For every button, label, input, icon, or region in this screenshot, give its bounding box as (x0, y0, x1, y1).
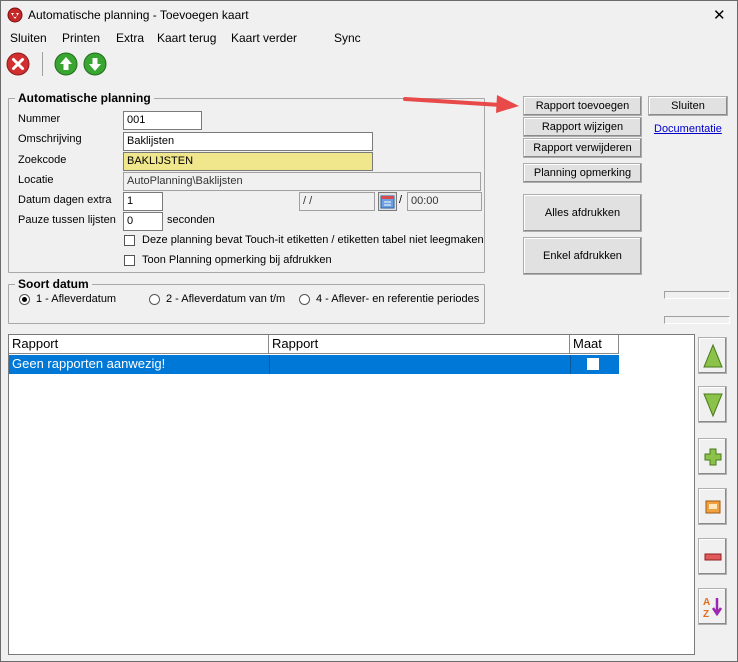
plus-icon (704, 448, 721, 465)
pauze-field[interactable]: 0 (123, 212, 163, 231)
soort-datum-legend: Soort datum (15, 277, 92, 291)
column-header-maat[interactable]: Maat (570, 335, 619, 354)
toon-opmerking-label: Toon Planning opmerking bij afdrukken (142, 254, 332, 266)
remove-row-button[interactable] (698, 538, 727, 575)
status-slot-2 (664, 316, 730, 324)
menu-bar: Sluiten Printen Extra Kaart terug Kaart … (1, 29, 737, 49)
arrow-down-icon[interactable] (83, 52, 107, 76)
nummer-label: Nummer (18, 113, 61, 125)
toon-opmerking-checkbox[interactable] (124, 255, 135, 266)
svg-text:A: A (703, 597, 710, 608)
pauze-label: Pauze tussen lijsten (18, 214, 116, 226)
radio-aflever-referentie-label: 4 - Aflever- en referentie periodes (316, 293, 480, 305)
datum-dagen-extra-field[interactable]: 1 (123, 192, 163, 211)
move-down-button[interactable] (698, 386, 727, 423)
planning-legend: Automatische planning (15, 91, 154, 105)
rapport-wijzigen-button[interactable]: Rapport wijzigen (523, 117, 642, 137)
sort-az-icon: A Z (703, 597, 722, 620)
menu-printen[interactable]: Printen (62, 31, 100, 45)
touchit-checkbox[interactable] (124, 235, 135, 246)
row-divider (570, 355, 571, 374)
title-bar: Automatische planning - Toevoegen kaart … (1, 1, 737, 29)
move-down-icon (702, 393, 723, 417)
row-rapport-cell: Geen rapporten aanwezig! (12, 356, 166, 371)
zoekcode-label: Zoekcode (18, 154, 67, 166)
date-field: / / (299, 192, 375, 211)
time-field: 00:00 (407, 192, 482, 211)
rapport-grid[interactable]: Rapport Rapport Maat Geen rapporten aanw… (8, 334, 695, 655)
menu-sluiten[interactable]: Sluiten (10, 31, 47, 45)
move-up-icon (702, 343, 723, 367)
status-slot-1 (664, 291, 730, 299)
seconden-label: seconden (167, 214, 215, 226)
datum-dagen-extra-label: Datum dagen extra (18, 194, 112, 206)
window-title: Automatische planning - Toevoegen kaart (28, 8, 249, 22)
row-divider (269, 355, 270, 374)
add-row-button[interactable] (698, 438, 727, 475)
omschrijving-label: Omschrijving (18, 133, 82, 145)
documentatie-link[interactable]: Documentatie (654, 123, 722, 135)
edit-row-button[interactable] (698, 488, 727, 525)
rapport-toevoegen-button[interactable]: Rapport toevoegen (523, 96, 642, 116)
cancel-icon[interactable] (6, 52, 30, 76)
locatie-label: Locatie (18, 174, 54, 186)
edit-icon (705, 500, 720, 513)
menu-extra[interactable]: Extra (116, 31, 144, 45)
move-up-button[interactable] (698, 337, 727, 374)
menu-kaart-terug[interactable]: Kaart terug (157, 31, 216, 45)
enkel-afdrukken-button[interactable]: Enkel afdrukken (523, 237, 642, 275)
locatie-field: AutoPlanning\Baklijsten (123, 172, 481, 191)
touchit-label: Deze planning bevat Touch-it etiketten /… (142, 234, 484, 246)
nummer-field[interactable]: 001 (123, 111, 202, 130)
alles-afdrukken-button[interactable]: Alles afdrukken (523, 194, 642, 232)
menu-kaart-verder[interactable]: Kaart verder (231, 31, 297, 45)
column-header-rapport[interactable]: Rapport (9, 335, 269, 354)
close-window-icon[interactable]: ✕ (713, 6, 726, 24)
planning-opmerking-button[interactable]: Planning opmerking (523, 163, 642, 183)
radio-afleverdatum[interactable] (19, 294, 30, 305)
svg-text:Z: Z (703, 609, 709, 620)
app-window: Automatische planning - Toevoegen kaart … (0, 0, 738, 662)
zoekcode-field[interactable]: BAKLIJSTEN (123, 152, 373, 171)
radio-afleverdatum-van-tm[interactable] (149, 294, 160, 305)
radio-afleverdatum-label: 1 - Afleverdatum (36, 293, 117, 305)
annotation-arrow-icon (403, 95, 519, 113)
minus-icon (704, 553, 721, 560)
app-logo-icon (7, 7, 23, 23)
row-maat-checkbox[interactable] (587, 358, 599, 370)
rapport-verwijderen-button[interactable]: Rapport verwijderen (523, 138, 642, 158)
sluiten-button[interactable]: Sluiten (648, 96, 728, 116)
toolbar-separator (42, 52, 43, 76)
sort-az-button[interactable]: A Z (698, 588, 727, 625)
menu-sync[interactable]: Sync (334, 31, 361, 45)
column-header-rapport-2[interactable]: Rapport (269, 335, 570, 354)
radio-afleverdatum-van-tm-label: 2 - Afleverdatum van t/m (166, 293, 286, 305)
omschrijving-field[interactable]: Baklijsten (123, 132, 373, 151)
table-row[interactable]: Geen rapporten aanwezig! (9, 355, 619, 374)
time-separator: / (399, 194, 403, 206)
arrow-up-icon[interactable] (54, 52, 78, 76)
radio-aflever-referentie[interactable] (299, 294, 310, 305)
calendar-icon[interactable] (378, 192, 397, 211)
